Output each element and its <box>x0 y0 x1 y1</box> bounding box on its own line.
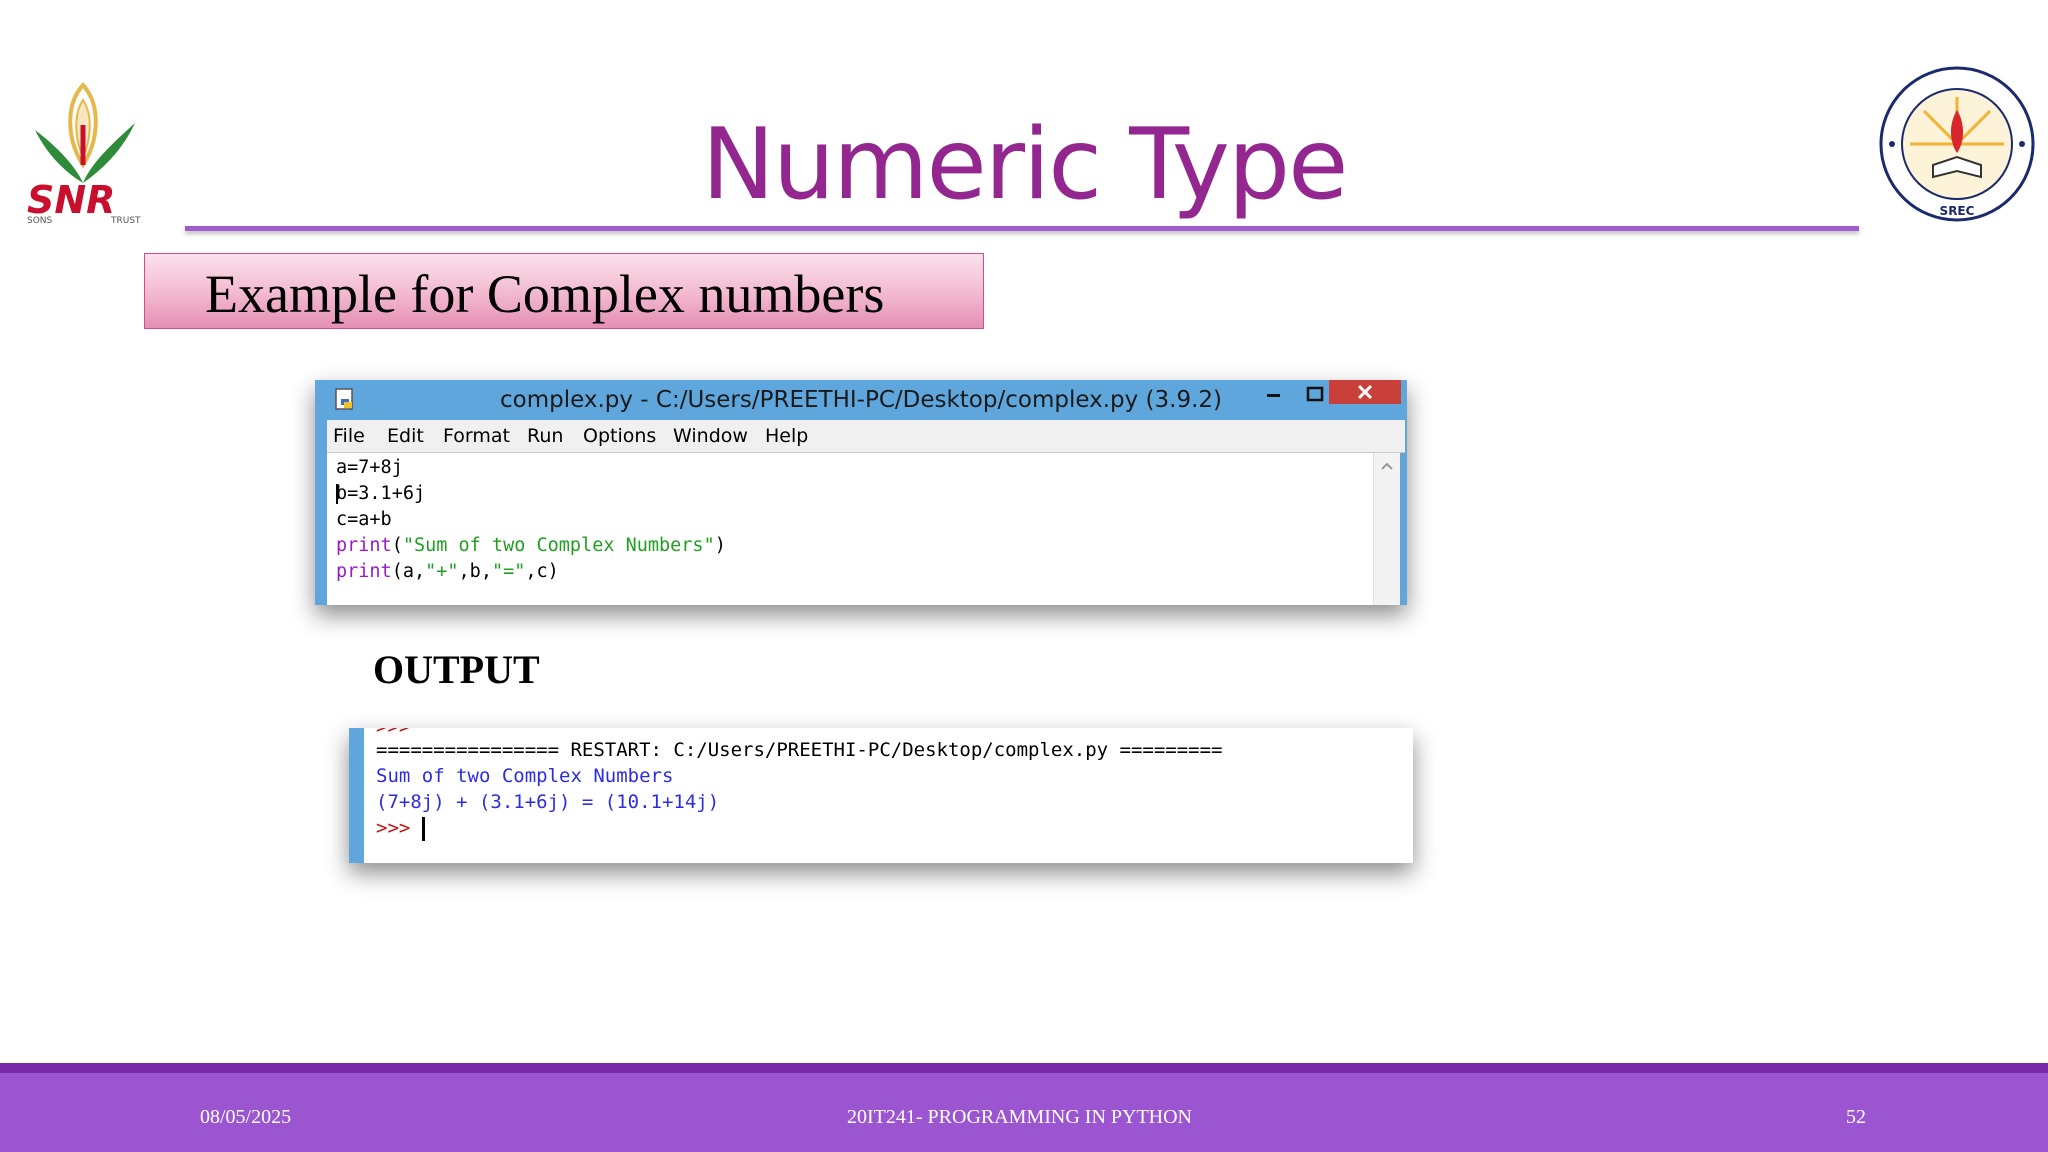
shell-cursor <box>421 816 425 841</box>
shell-output-line-2: (7+8j) + (3.1+6j) = (10.1+14j) <box>376 791 720 813</box>
code-line-1: a=7+8j <box>336 457 403 478</box>
menu-edit[interactable]: Edit <box>387 424 424 448</box>
footer-date: 08/05/2025 <box>200 1106 292 1128</box>
code-line-3: c=a+b <box>336 509 392 530</box>
editor-titlebar: complex.py - C:/Users/PREETHI-PC/Desktop… <box>315 380 1407 420</box>
shell-output-line-1: Sum of two Complex Numbers <box>376 765 674 787</box>
code-editor[interactable]: a=7+8j b=3.1+6j c=a+b print("Sum of two … <box>327 453 1393 605</box>
menu-help[interactable]: Help <box>765 424 808 448</box>
code-line-2: b=3.1+6j <box>336 483 426 504</box>
subtitle-text: Example for Complex numbers <box>205 264 885 324</box>
menu-window[interactable]: Window <box>673 424 748 448</box>
minimize-icon[interactable] <box>1253 382 1293 408</box>
output-heading: OUTPUT <box>373 647 540 692</box>
shell-prompt: >>> <box>376 817 411 839</box>
editor-menubar: File Edit Format Run Options Window Help <box>327 420 1405 453</box>
footer-accent-bar <box>0 1063 2048 1073</box>
close-button[interactable] <box>1329 380 1401 404</box>
menu-format[interactable]: Format <box>443 424 510 448</box>
shell-prompt-line[interactable]: >>> <box>376 815 425 841</box>
menu-run[interactable]: Run <box>527 424 563 448</box>
shell-side-strip <box>349 728 364 863</box>
footer-page-number: 52 <box>1846 1106 1866 1128</box>
python-shell-output: >>> ================ RESTART: C:/Users/P… <box>349 728 1413 863</box>
editor-title: complex.py - C:/Users/PREETHI-PC/Desktop… <box>499 387 1223 413</box>
close-icon <box>1357 384 1373 400</box>
footer-course: 20IT241- PROGRAMMING IN PYTHON <box>847 1106 1192 1128</box>
footer-bar: 08/05/2025 20IT241- PROGRAMMING IN PYTHO… <box>0 1073 2048 1152</box>
idle-editor-window: complex.py - C:/Users/PREETHI-PC/Desktop… <box>315 380 1407 605</box>
menu-options[interactable]: Options <box>583 424 656 448</box>
vertical-scrollbar[interactable] <box>1373 453 1400 605</box>
title-divider <box>185 226 1859 231</box>
code-line-5: print(a,"+",b,"=",c) <box>336 561 559 582</box>
shell-restart-line: ================ RESTART: C:/Users/PREET… <box>376 739 1223 761</box>
menu-file[interactable]: File <box>333 424 365 448</box>
code-line-4: print("Sum of two Complex Numbers") <box>336 535 726 556</box>
slide-title: Numeric Type <box>701 108 1349 222</box>
subtitle-box: Example for Complex numbers <box>144 253 984 329</box>
scroll-up-icon[interactable] <box>1374 453 1400 479</box>
